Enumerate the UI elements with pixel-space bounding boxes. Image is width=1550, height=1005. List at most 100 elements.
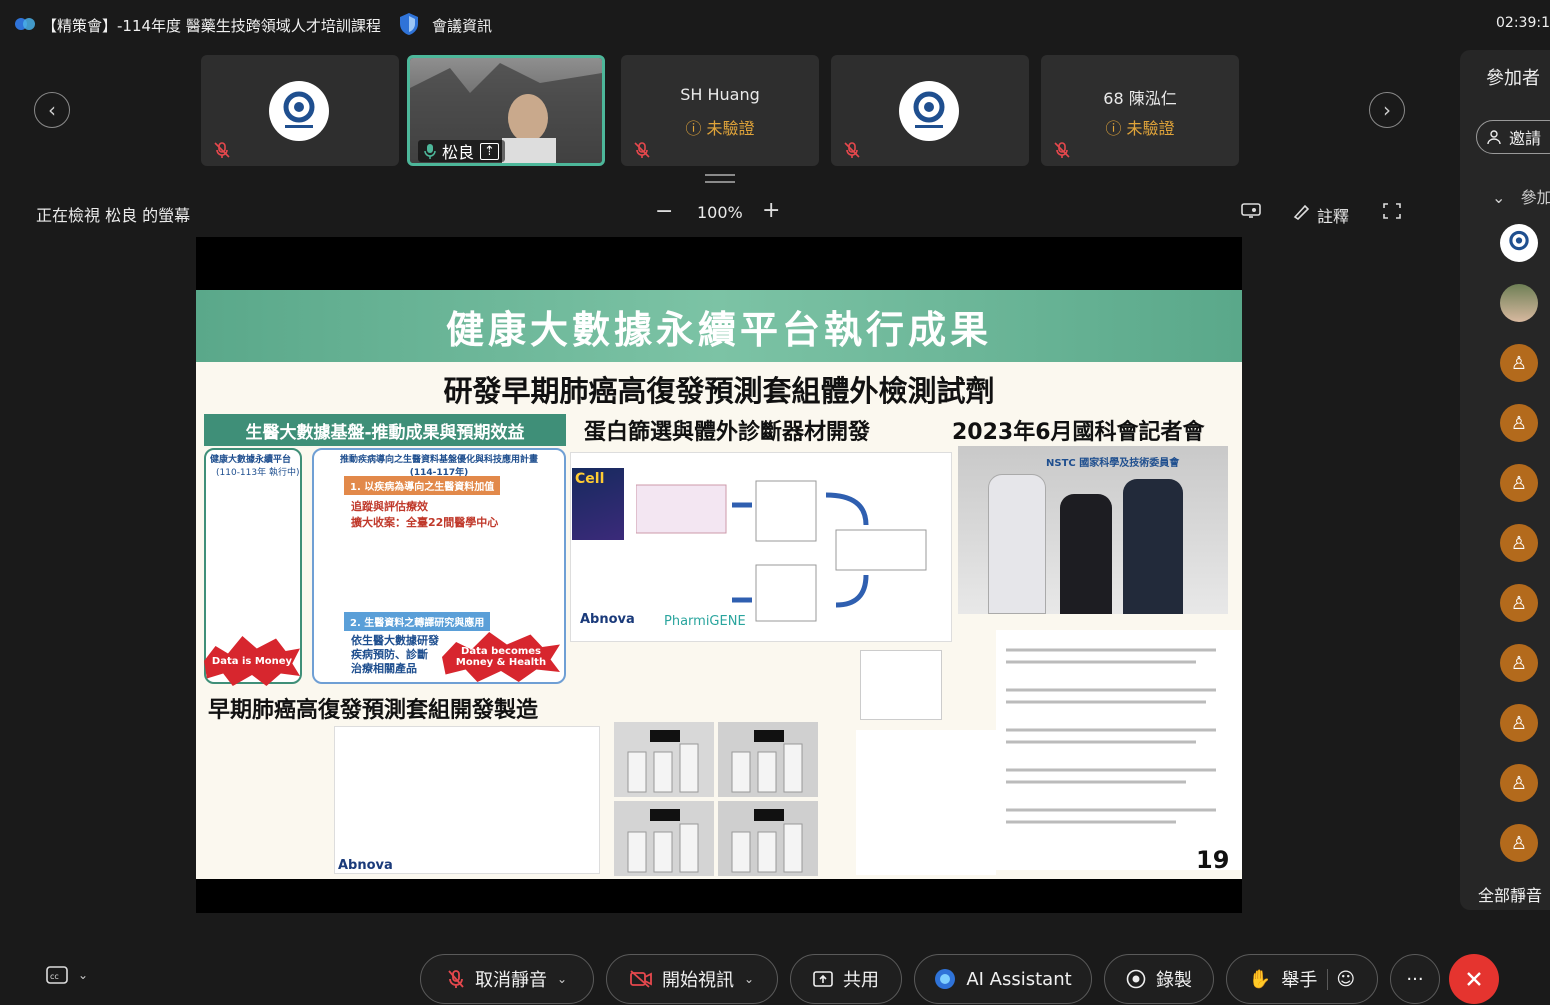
avatar[interactable]: ♙ [1500, 644, 1538, 682]
person [1060, 494, 1112, 614]
close-icon [1467, 972, 1481, 986]
avatar[interactable]: ♙ [1500, 764, 1538, 802]
presentation-slide: 健康大數據永續平台執行成果 研發早期肺癌高復發預測套組體外檢測試劑 生醫大數據基… [196, 290, 1242, 879]
strip-resize-handle[interactable] [705, 174, 735, 183]
chevron-down-icon: ⌄ [78, 968, 89, 982]
cell-journal-cover: Cell [572, 468, 624, 540]
nstc-banner: NSTC 國家科學及技術委員會 [1046, 458, 1180, 469]
fullscreen-icon[interactable] [1382, 202, 1402, 220]
participant-name: SH Huang [680, 85, 760, 104]
avatar[interactable]: ♙ [1500, 704, 1538, 742]
raise-hand-button[interactable]: ✋ 舉手 ☺ [1226, 954, 1378, 1004]
svg-text:cc: cc [50, 972, 59, 981]
participant-name: 松良 [442, 143, 475, 162]
mic-on-icon [424, 144, 436, 159]
reactions-icon[interactable]: ☺ [1327, 968, 1355, 990]
video-off-icon [630, 970, 652, 988]
slide-bullet: 依生醫大數據研發 [351, 634, 439, 647]
participant-tile[interactable]: 68 陳泓仁 ⓘ 未驗證 [1041, 55, 1239, 166]
participant-tile-active[interactable]: 松良 ⇡ [407, 55, 605, 166]
reagent-kit-photos [614, 722, 818, 876]
avatar[interactable]: ♙ [1500, 524, 1538, 562]
share-icon [813, 971, 833, 987]
kit-schematic [334, 726, 600, 874]
person [1123, 479, 1183, 614]
ai-assistant-button[interactable]: AI Assistant [914, 954, 1092, 1004]
news-clip [856, 730, 996, 875]
avatar[interactable] [1500, 224, 1538, 262]
more-icon: ··· [1406, 968, 1424, 990]
section-toggle[interactable]: ⌄ 參加 [1492, 184, 1550, 208]
raise-hand-label: 舉手 [1281, 970, 1318, 991]
remote-control-icon[interactable] [1241, 202, 1261, 220]
person-icon: ♙ [1510, 412, 1528, 434]
record-icon [1126, 969, 1146, 989]
mic-off-icon [634, 142, 650, 158]
participant-tile[interactable] [831, 55, 1029, 166]
hand-icon: ✋ [1248, 968, 1272, 990]
share-indicator-icon: ⇡ [480, 142, 499, 160]
cell-label: Cell [575, 471, 605, 487]
title-bar: 【精策會】-114年度 醫藥生技跨領域人才培訓課程 會議資訊 02:39:17 [0, 0, 1550, 50]
avatar[interactable] [1500, 284, 1538, 322]
video-name-tag: 松良 ⇡ [418, 140, 505, 162]
participants-panel: 參加者 邀請 ⌄ 參加 ♙ ♙ ♙ ♙ ♙ ♙ ♙ ♙ ♙ 全部靜音 [1460, 50, 1550, 910]
slide-bullet: 擴大收案：全臺22間醫學中心 [351, 516, 499, 529]
webex-logo-icon [15, 18, 35, 30]
person-icon: ♙ [1510, 472, 1528, 494]
slide-bullet: 治療相關產品 [351, 662, 417, 675]
start-video-button[interactable]: 開始視訊 ⌄ [606, 954, 778, 1004]
share-button[interactable]: 共用 [790, 954, 902, 1004]
share-label: 共用 [843, 970, 879, 991]
avatar[interactable]: ♙ [1500, 344, 1538, 382]
slide-bullet: 疾病預防、診斷 [351, 648, 428, 661]
captions-icon: cc [46, 966, 68, 984]
mid-heading: 蛋白篩選與體外診斷器材開發 [584, 420, 871, 445]
section-label: 參加 [1520, 188, 1550, 207]
unverified-status: ⓘ 未驗證 [1105, 119, 1175, 138]
record-button[interactable]: 錄製 [1104, 954, 1214, 1004]
zoom-in-button[interactable]: + [762, 198, 780, 223]
person-icon: ♙ [1510, 532, 1528, 554]
left-box-title: 健康大數據永續平台 [210, 455, 292, 465]
person [988, 474, 1046, 614]
leave-meeting-button[interactable] [1449, 954, 1499, 1004]
avatar[interactable]: ♙ [1500, 404, 1538, 442]
tag-2: 2. 生醫資料之轉譯研究與應用 [344, 612, 491, 631]
slide-subtitle: 研發早期肺癌高復發預測套組體外檢測試劑 [443, 374, 995, 408]
participant-tile[interactable]: SH Huang ⓘ 未驗證 [621, 55, 819, 166]
zoom-out-button[interactable]: − [655, 199, 673, 224]
person-icon: ♙ [1510, 592, 1528, 614]
captions-button[interactable]: cc ⌄ [46, 966, 88, 984]
strip-prev-button[interactable]: ‹ [34, 92, 70, 128]
add-person-icon [1487, 130, 1501, 145]
chevron-down-icon[interactable]: ⌄ [744, 972, 754, 986]
person-icon: ♙ [1510, 712, 1528, 734]
avatar[interactable]: ♙ [1500, 464, 1538, 502]
invite-button[interactable]: 邀請 [1476, 120, 1550, 154]
mute-all-button[interactable]: 全部靜音 [1478, 882, 1542, 906]
zoom-level[interactable]: 100% [697, 203, 743, 222]
clock: 02:39:17 [1496, 15, 1550, 31]
right-heading: 2023年6月國科會記者會 [952, 420, 1205, 445]
meeting-title: 【精策會】-114年度 醫藥生技跨領域人才培訓課程 [42, 17, 381, 35]
annotate-button[interactable]: 註釋 [1317, 203, 1349, 227]
participant-tile[interactable] [201, 55, 399, 166]
avatar[interactable]: ♙ [1500, 584, 1538, 622]
strip-next-button[interactable]: › [1369, 92, 1405, 128]
unmute-button[interactable]: 取消靜音 ⌄ [420, 954, 594, 1004]
left-panel-header: 生醫大數據基盤-推動成果與預期效益 [204, 414, 566, 446]
abnova-logo: Abnova [580, 612, 635, 627]
slide-header: 健康大數據永續平台執行成果 [196, 290, 1242, 362]
news-article [996, 630, 1242, 870]
shared-screen[interactable]: 健康大數據永續平台執行成果 研發早期肺癌高復發預測套組體外檢測試劑 生醫大數據基… [196, 237, 1242, 913]
annotate-pen-icon[interactable] [1292, 202, 1312, 220]
left-box-years: (110-113年 執行中) [216, 468, 300, 478]
shield-icon[interactable] [398, 12, 420, 36]
person-icon: ♙ [1510, 352, 1528, 374]
meeting-info-button[interactable]: 會議資訊 [432, 15, 492, 36]
invite-label: 邀請 [1509, 129, 1542, 148]
more-options-button[interactable]: ··· [1390, 954, 1440, 1004]
chevron-down-icon[interactable]: ⌄ [557, 972, 567, 986]
avatar[interactable]: ♙ [1500, 824, 1538, 862]
